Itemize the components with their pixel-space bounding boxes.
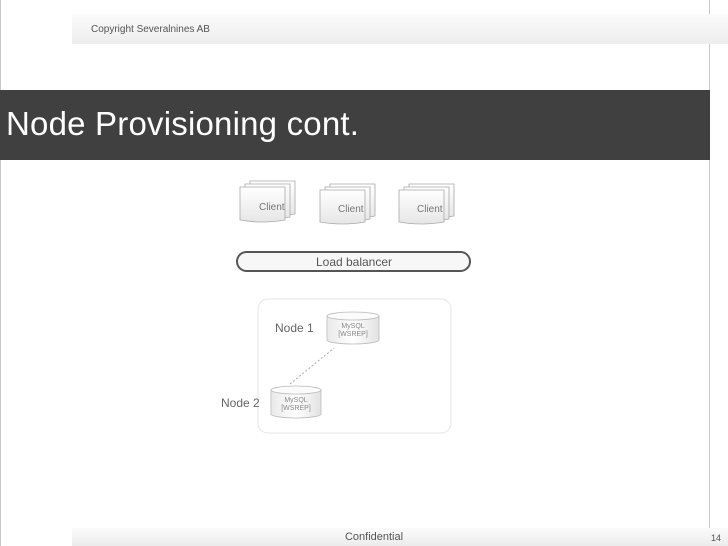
node2-label: Node 2 xyxy=(221,396,260,410)
page-number: 14 xyxy=(711,533,722,543)
node1-label: Node 1 xyxy=(275,321,314,335)
client-label-2: Client xyxy=(338,204,364,215)
node1-db-line1: MySQL xyxy=(341,323,364,330)
load-balancer-label: Load balancer xyxy=(316,255,392,269)
footer-confidential: Confidential xyxy=(344,531,404,543)
client-label-3: Client xyxy=(417,204,443,215)
client-label-1: Client xyxy=(259,202,285,213)
node1-db-line2: [WSREP] xyxy=(338,331,368,338)
node2-db-line1: MySQL xyxy=(284,397,307,404)
architecture-diagram: Client Client Client Load balancer Node … xyxy=(221,180,471,434)
node2-db-line2: [WSREP] xyxy=(281,405,311,412)
